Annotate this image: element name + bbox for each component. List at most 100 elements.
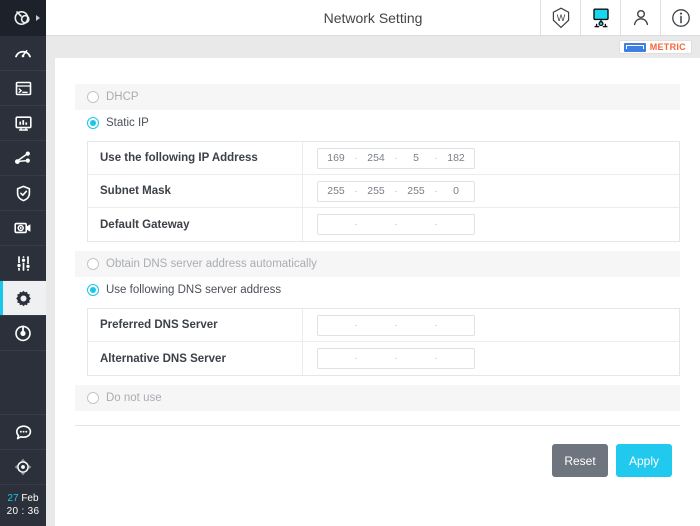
network-monitor-icon[interactable]: [580, 0, 620, 35]
ip-dot: .: [434, 350, 438, 363]
row-field: . . .: [303, 314, 475, 336]
ip-dot: .: [394, 350, 398, 363]
radio-label-static-ip: Static IP: [106, 117, 149, 129]
row-label: Use the following IP Address: [88, 142, 303, 174]
subnet-mask-input[interactable]: 255 . 255 . 255 . 0: [317, 180, 475, 202]
user-account-icon[interactable]: [620, 0, 660, 35]
radio-label-dns-auto: Obtain DNS server address automatically: [106, 258, 317, 270]
octet-1[interactable]: 169: [318, 152, 354, 164]
monitor-chart-icon: [14, 114, 33, 133]
default-gateway-input[interactable]: . . .: [317, 214, 475, 235]
metric-badge[interactable]: METRIC: [618, 40, 692, 54]
sidebar-item-target[interactable]: [0, 316, 46, 351]
radio-row-do-not-use[interactable]: Do not use: [75, 385, 680, 411]
content-area: DHCP Static IP Use the following IP Addr…: [46, 58, 700, 526]
table-row: Alternative DNS Server . . .: [88, 342, 679, 375]
radio-static-ip[interactable]: [87, 117, 99, 129]
info-icon[interactable]: [660, 0, 700, 35]
clock-day: 27: [7, 493, 19, 504]
top-bar-icons: W: [540, 0, 700, 35]
action-buttons: Reset Apply: [75, 426, 680, 477]
network-setting-window: 27 Feb 20 : 36 Network Setting W METRIC …: [0, 0, 700, 526]
sidebar-item-settings[interactable]: [0, 281, 46, 316]
radio-row-static-ip[interactable]: Static IP: [75, 110, 680, 136]
sidebar-clock: 27 Feb 20 : 36: [0, 485, 46, 526]
logo-expand-arrow-icon[interactable]: [36, 15, 40, 21]
page-title: Network Setting: [323, 9, 423, 26]
sidebar-item-monitor[interactable]: [0, 106, 46, 141]
w-shield-icon[interactable]: W: [540, 0, 580, 35]
ruler-icon: [623, 42, 646, 52]
radio-dhcp[interactable]: [87, 91, 99, 103]
row-field: 169 . 254 . 5 . 182: [303, 147, 475, 169]
reset-button[interactable]: Reset: [552, 444, 608, 477]
dns-settings-table: Preferred DNS Server . . . Alternative D…: [87, 308, 680, 376]
sidebar-nav: [0, 36, 46, 351]
row-field: . . .: [303, 214, 475, 235]
radio-dns-manual[interactable]: [87, 284, 99, 296]
radio-row-dns-auto[interactable]: Obtain DNS server address automatically: [75, 251, 680, 277]
alternative-dns-input[interactable]: . . .: [317, 348, 475, 369]
radio-label-do-not-use: Do not use: [106, 392, 162, 404]
target-icon: [13, 323, 33, 343]
metric-bar: METRIC: [46, 36, 700, 58]
sidebar-item-security[interactable]: [0, 176, 46, 211]
svg-text:W: W: [556, 13, 565, 23]
preferred-dns-input[interactable]: . . .: [317, 314, 475, 336]
octet-2[interactable]: 254: [358, 152, 394, 164]
table-row: Subnet Mask 255 . 255 . 255 . 0: [88, 175, 679, 208]
shield-check-icon: [14, 184, 33, 203]
row-label: Subnet Mask: [88, 175, 303, 207]
radio-do-not-use[interactable]: [87, 392, 99, 404]
radio-row-dhcp[interactable]: DHCP: [75, 84, 680, 110]
apply-button[interactable]: Apply: [616, 444, 672, 477]
ip-dot: .: [394, 316, 398, 329]
row-label: Default Gateway: [88, 208, 303, 241]
table-row: Use the following IP Address 169 . 254 .…: [88, 142, 679, 175]
radio-dns-auto[interactable]: [87, 258, 99, 270]
radio-row-dns-manual[interactable]: Use following DNS server address: [75, 277, 680, 303]
octet-3[interactable]: 255: [398, 185, 434, 197]
sidebar-item-joystick[interactable]: [0, 450, 46, 485]
ip-settings-table: Use the following IP Address 169 . 254 .…: [87, 141, 680, 242]
table-row: Preferred DNS Server . . .: [88, 309, 679, 342]
camera-gear-icon: [13, 218, 33, 238]
terminal-icon: [14, 79, 33, 98]
joystick-icon: [12, 456, 34, 478]
sidebar-filler: [0, 351, 46, 415]
metric-label: METRIC: [649, 42, 686, 52]
sidebar-item-camera[interactable]: [0, 211, 46, 246]
ip-address-input[interactable]: 169 . 254 . 5 . 182: [317, 147, 475, 169]
ip-dot: .: [434, 216, 438, 229]
chat-bubble-icon: [14, 423, 33, 442]
octet-4[interactable]: 182: [438, 152, 474, 164]
table-row: Default Gateway . . .: [88, 208, 679, 241]
clock-time: 20 : 36: [6, 505, 40, 517]
ip-dot: .: [354, 350, 358, 363]
octet-2[interactable]: 255: [358, 185, 394, 197]
ip-dot: .: [434, 316, 438, 329]
ip-dot: .: [394, 216, 398, 229]
row-label: Preferred DNS Server: [88, 309, 303, 341]
sidebar-item-controls[interactable]: [0, 246, 46, 281]
ip-dot: .: [354, 216, 358, 229]
sidebar-item-chat[interactable]: [0, 415, 46, 450]
sidebar-item-dashboard[interactable]: [0, 36, 46, 71]
top-bar: Network Setting W: [46, 0, 700, 36]
settings-card: DHCP Static IP Use the following IP Addr…: [55, 58, 700, 526]
octet-3[interactable]: 5: [398, 152, 434, 164]
sidebar-item-terminal[interactable]: [0, 71, 46, 106]
clock-month: Feb: [21, 493, 39, 504]
row-field: . . .: [303, 348, 475, 369]
row-label: Alternative DNS Server: [88, 342, 303, 375]
app-logo[interactable]: [0, 0, 46, 36]
radio-label-dhcp: DHCP: [106, 91, 139, 103]
octet-1[interactable]: 255: [318, 185, 354, 197]
sidebar-item-network[interactable]: [0, 141, 46, 176]
ip-dot: .: [354, 316, 358, 329]
octet-4[interactable]: 0: [438, 185, 474, 197]
sliders-icon: [14, 254, 33, 273]
radio-label-dns-manual: Use following DNS server address: [106, 284, 282, 296]
